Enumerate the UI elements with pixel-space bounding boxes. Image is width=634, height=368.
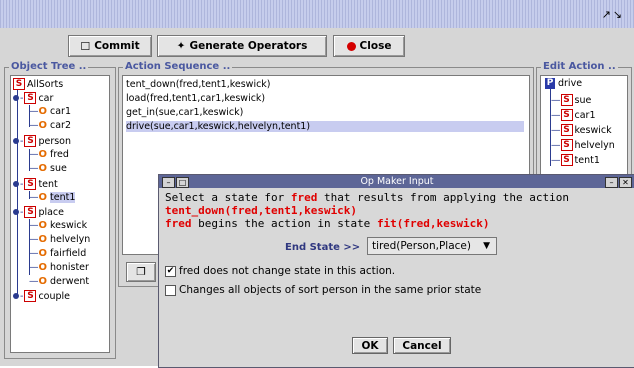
action-sequence-title: Action Sequence .. [123, 61, 233, 73]
expand-handle-icon[interactable] [13, 293, 19, 299]
generate-operators-button[interactable]: ✦ Generate Operators [157, 35, 327, 57]
dialog-message-action: tent_down(fred,tent1,keswick) [165, 204, 358, 217]
edit-action-arg[interactable]: — S tent1 [551, 154, 600, 166]
chevron-down-icon: ▼ [483, 241, 490, 251]
dialog-title: Op Maker Input [360, 176, 434, 187]
expand-handle-icon[interactable] [13, 95, 19, 101]
object-tree-title: Object Tree .. [9, 61, 89, 73]
edit-action-arg[interactable]: — S keswick [551, 124, 612, 136]
tree-sort-tent[interactable]: - S tent [13, 178, 58, 190]
sort-icon: S [560, 94, 573, 106]
sort-icon: S [24, 135, 37, 147]
commit-icon: ☐ [80, 39, 91, 53]
tree-object-honister[interactable]: — O honister [29, 262, 89, 273]
op-maker-dialog: Op Maker Input – □ – ✕ Select a state fo… [158, 174, 634, 368]
dialog-message-line3: fred begins the action in state fit(fred… [165, 217, 490, 230]
dialog-title-bar: Op Maker Input [159, 175, 634, 188]
sort-icon: S [24, 290, 37, 302]
list-item-selected[interactable]: drive(sue,car1,keswick,helvelyn,tent1) [126, 121, 524, 132]
commit-label: Commit [94, 40, 140, 52]
edit-action-arg[interactable]: — S sue [551, 94, 591, 106]
dialog-message-line1: Select a state for fred that results fro… [165, 191, 570, 204]
sort-icon: S [560, 139, 573, 151]
tree-object-car2[interactable]: — O car2 [29, 120, 71, 131]
tree-object-derwent[interactable]: — O derwent [29, 276, 89, 287]
no-state-change-label: fred does not change state in this actio… [179, 265, 396, 277]
commit-button[interactable]: ☐ Commit [68, 35, 152, 57]
sort-icon: S [13, 78, 25, 90]
end-state-select[interactable]: tired(Person,Place) ▼ [367, 237, 497, 255]
object-icon: O [38, 120, 48, 131]
no-state-change-checkbox[interactable]: ✔ [165, 266, 176, 277]
generate-label: Generate Operators [189, 40, 308, 52]
object-icon: O [38, 276, 48, 287]
tree-object-sue[interactable]: — O sue [29, 163, 67, 174]
object-icon: O [38, 192, 48, 203]
edit-action-title: Edit Action .. [541, 61, 618, 73]
sort-icon: S [560, 124, 573, 136]
close-icon[interactable]: ✕ [619, 177, 632, 188]
tree-object-fred[interactable]: — O fred [29, 149, 69, 160]
object-tree-pane[interactable]: S AllSorts - S car — O car1 — O car2 - S p… [10, 75, 110, 353]
sort-icon: S [24, 206, 37, 218]
maximize-icon[interactable]: □ [176, 177, 189, 188]
object-icon: O [38, 248, 48, 259]
cancel-button[interactable]: Cancel [393, 337, 451, 354]
open-button[interactable]: ❐ [126, 262, 156, 282]
close-label: Close [359, 40, 392, 52]
object-icon: O [38, 149, 48, 160]
expand-handle-icon[interactable] [13, 209, 19, 215]
sort-icon: S [560, 154, 573, 166]
list-item[interactable]: tent_down(fred,tent1,keswick) [126, 79, 271, 90]
end-state-label: End State >> [285, 242, 361, 253]
list-item[interactable]: load(fred,tent1,car1,keswick) [126, 93, 265, 104]
edit-action-arg[interactable]: — S helvelyn [551, 139, 615, 151]
window-resize-icon[interactable]: ↗↘ [602, 8, 624, 21]
object-icon: O [38, 220, 48, 231]
document-icon: ❐ [136, 266, 146, 278]
restore-icon[interactable]: – [605, 177, 618, 188]
tree-object-fairfield[interactable]: — O fairfield [29, 248, 86, 259]
tree-object-car1[interactable]: — O car1 [29, 106, 71, 117]
sort-icon: S [560, 109, 573, 121]
edit-action-arg[interactable]: — S car1 [551, 109, 596, 121]
app-window: ↗↘ ☐ Commit ✦ Generate Operators Close O… [0, 0, 634, 368]
tree-sort-place[interactable]: - S place [13, 206, 64, 218]
minimize-icon[interactable]: – [162, 177, 175, 188]
title-bar: ↗↘ [0, 0, 634, 28]
sort-icon: S [24, 92, 37, 104]
ok-button[interactable]: OK [352, 337, 388, 354]
expand-handle-icon[interactable] [13, 138, 19, 144]
tree-object-helvelyn[interactable]: — O helvelyn [29, 234, 90, 245]
edit-action-pane[interactable]: P drive — S sue — S car1 — S keswick — S hel… [540, 75, 628, 177]
object-icon: O [38, 106, 48, 117]
tree-sort-couple[interactable]: - S couple [13, 290, 70, 302]
close-button[interactable]: Close [333, 35, 405, 57]
tree-object-keswick[interactable]: — O keswick [29, 220, 87, 231]
sort-icon: S [24, 178, 37, 190]
object-icon: O [38, 163, 48, 174]
expand-handle-icon[interactable] [13, 181, 19, 187]
tree-sort-car[interactable]: - S car [13, 92, 53, 104]
change-all-checkbox[interactable] [165, 285, 176, 296]
tree-object-tent1[interactable]: — O tent1 [29, 192, 76, 203]
edit-action-name[interactable]: P drive [545, 78, 582, 89]
tree-line [17, 88, 18, 296]
list-item[interactable]: get_in(sue,car1,keswick) [126, 107, 243, 118]
object-icon: O [38, 234, 48, 245]
tree-sort-person[interactable]: - S person [13, 135, 71, 147]
generate-icon: ✦ [176, 40, 186, 52]
close-icon [346, 41, 356, 51]
predicate-icon: P [545, 78, 555, 89]
change-all-label: Changes all objects of sort person in th… [179, 284, 482, 296]
object-icon: O [38, 262, 48, 273]
tree-root[interactable]: S AllSorts [13, 78, 63, 90]
